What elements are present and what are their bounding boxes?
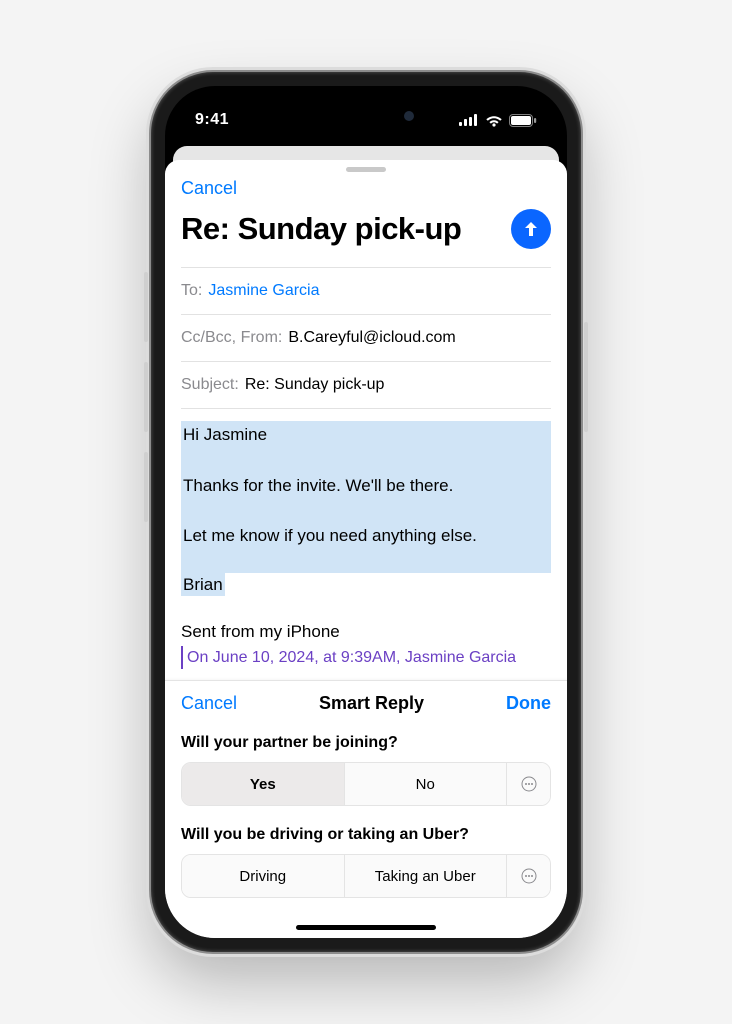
smart-reply-done-button[interactable]: Done: [506, 693, 551, 714]
signature: Sent from my iPhone: [181, 598, 551, 645]
subject-field[interactable]: Subject: Re: Sunday pick-up: [181, 362, 551, 409]
status-indicators: [459, 114, 537, 127]
ellipsis-icon: [520, 867, 538, 885]
wifi-icon: [485, 114, 503, 127]
ellipsis-icon: [520, 775, 538, 793]
subject-value: Re: Sunday pick-up: [245, 376, 385, 394]
q2-option-uber[interactable]: Taking an Uber: [344, 855, 507, 897]
compose-title: Re: Sunday pick-up: [181, 211, 461, 247]
to-value[interactable]: Jasmine Garcia: [208, 282, 319, 300]
status-time: 9:41: [195, 111, 229, 129]
from-value: B.Careyful@icloud.com: [288, 329, 455, 347]
compose-sheet: Cancel Re: Sunday pick-up To: Jasmine Ga…: [165, 160, 567, 938]
send-button[interactable]: [511, 209, 551, 249]
q1-option-no[interactable]: No: [344, 763, 507, 805]
battery-icon: [509, 114, 537, 127]
smart-reply-cancel-button[interactable]: Cancel: [181, 693, 237, 714]
compose-title-row: Re: Sunday pick-up: [181, 209, 551, 249]
question-1: Will your partner be joining?: [181, 728, 551, 762]
body-line-2: Thanks for the invite. We'll be there.: [181, 472, 551, 501]
question-2-options: Driving Taking an Uber: [181, 854, 551, 898]
cellular-icon: [459, 114, 479, 126]
to-label: To:: [181, 282, 202, 300]
question-2: Will you be driving or taking an Uber?: [181, 820, 551, 854]
q2-option-driving[interactable]: Driving: [182, 855, 344, 897]
compose-cancel-button[interactable]: Cancel: [181, 178, 237, 198]
smart-reply-header: Cancel Smart Reply Done: [181, 691, 551, 728]
iphone-frame: 9:41: [151, 72, 581, 952]
q1-option-yes[interactable]: Yes: [182, 763, 344, 805]
compose-body[interactable]: Hi Jasmine Thanks for the invite. We'll …: [181, 409, 551, 669]
q1-more-button[interactable]: [506, 763, 550, 805]
arrow-up-icon: [521, 219, 541, 239]
ccbcc-from-field[interactable]: Cc/Bcc, From: B.Careyful@icloud.com: [181, 315, 551, 362]
q2-more-button[interactable]: [506, 855, 550, 897]
question-1-options: Yes No: [181, 762, 551, 806]
sheet-grabber[interactable]: [346, 167, 386, 172]
screen: 9:41: [165, 86, 567, 938]
ccbcc-label: Cc/Bcc, From:: [181, 329, 282, 347]
smart-reply-panel: Cancel Smart Reply Done Will your partne…: [165, 680, 567, 938]
smart-reply-title: Smart Reply: [319, 693, 424, 714]
body-line-3: Let me know if you need anything else.: [181, 522, 551, 551]
quoted-header: On June 10, 2024, at 9:39AM, Jasmine Gar…: [181, 646, 551, 669]
body-line-4: Brian: [181, 573, 225, 596]
subject-label: Subject:: [181, 376, 239, 394]
body-line-1: Hi Jasmine: [181, 421, 551, 450]
dynamic-island: [306, 100, 426, 132]
home-indicator[interactable]: [296, 925, 436, 930]
to-field[interactable]: To: Jasmine Garcia: [181, 267, 551, 315]
